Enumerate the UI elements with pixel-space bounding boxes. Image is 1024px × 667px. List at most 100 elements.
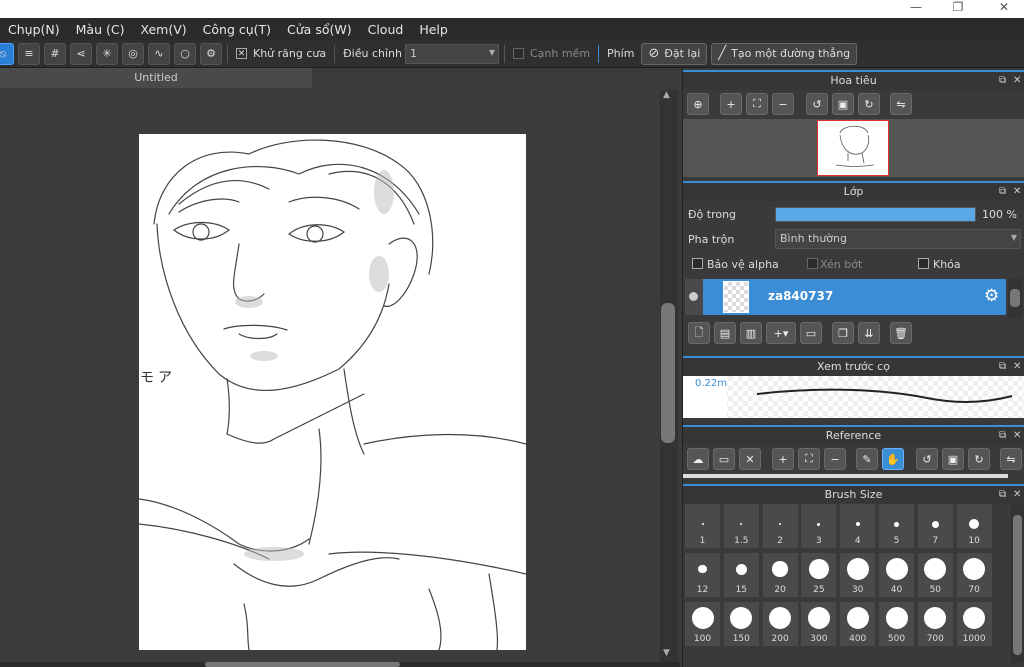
- brush-size-cell[interactable]: 400: [839, 601, 877, 647]
- brush-size-cell[interactable]: 12: [684, 552, 721, 598]
- brush-size-cell[interactable]: 3: [800, 503, 838, 549]
- brush-size-cell[interactable]: 500: [878, 601, 915, 647]
- rotate-right-icon[interactable]: ↻: [858, 93, 880, 115]
- blend-mode-select[interactable]: Bình thường ▼: [775, 229, 1021, 249]
- menu-capture[interactable]: Chụp(N): [0, 22, 68, 37]
- flip-horizontal-icon[interactable]: ⇋: [890, 93, 912, 115]
- opacity-slider[interactable]: [775, 207, 976, 222]
- curve-snap-icon[interactable]: ∿: [148, 42, 170, 65]
- snap-settings-gear-icon[interactable]: ⚙: [200, 42, 222, 65]
- canvas-vertical-scroll-thumb[interactable]: [661, 303, 675, 443]
- brush-size-cell[interactable]: 10: [955, 503, 993, 549]
- menu-help[interactable]: Help: [411, 22, 456, 37]
- brush-size-cell[interactable]: 20: [761, 552, 799, 598]
- close-icon[interactable]: ✕: [1013, 427, 1021, 444]
- open-folder-icon[interactable]: ▭: [713, 448, 735, 470]
- document-tab[interactable]: Untitled: [0, 68, 312, 88]
- grid-snap-icon[interactable]: #: [44, 42, 66, 65]
- brush-size-cell[interactable]: 300: [800, 601, 838, 647]
- reset-view-icon[interactable]: ▣: [942, 448, 964, 470]
- brush-size-cell[interactable]: 30: [839, 552, 877, 598]
- brush-size-cell[interactable]: 1.5: [722, 503, 760, 549]
- drawing-canvas[interactable]: [139, 134, 526, 650]
- brush-size-cell[interactable]: 5: [878, 503, 915, 549]
- hand-icon[interactable]: ✋: [882, 448, 904, 470]
- brush-size-cell[interactable]: 200: [761, 601, 799, 647]
- flip-horizontal-icon[interactable]: ⇋: [1000, 448, 1022, 470]
- detach-icon[interactable]: ⧉: [999, 183, 1006, 200]
- layer-scrollbar[interactable]: [1008, 279, 1022, 319]
- scroll-down-icon[interactable]: ▼: [663, 648, 670, 658]
- zoom-fit-icon[interactable]: ⊕: [687, 93, 709, 115]
- navigator-preview[interactable]: [683, 119, 1024, 177]
- reset-button[interactable]: ⊘ Đặt lại: [641, 42, 708, 65]
- close-icon[interactable]: ✕: [1013, 358, 1021, 375]
- zoom-out-icon[interactable]: −: [824, 448, 846, 470]
- menu-tools[interactable]: Công cụ(T): [195, 22, 279, 37]
- scroll-up-icon[interactable]: ▲: [663, 90, 670, 100]
- zoom-out-icon[interactable]: −: [772, 93, 794, 115]
- brush-size-scroll-thumb[interactable]: [1013, 515, 1022, 655]
- detach-icon[interactable]: ⧉: [999, 486, 1006, 503]
- close-icon[interactable]: ✕: [1013, 183, 1021, 200]
- detach-icon[interactable]: ⧉: [999, 427, 1006, 444]
- minimize-button[interactable]: —: [896, 0, 936, 18]
- layer-settings-gear-icon[interactable]: ⚙: [984, 286, 999, 306]
- detach-icon[interactable]: ⧉: [999, 358, 1006, 375]
- canvas-horizontal-scroll-thumb[interactable]: [205, 662, 400, 667]
- reset-view-icon[interactable]: ▣: [832, 93, 854, 115]
- concentric-snap-icon[interactable]: ◎: [122, 42, 144, 65]
- close-window-button[interactable]: ✕: [984, 0, 1024, 18]
- fit-window-icon[interactable]: ⛶: [798, 448, 820, 470]
- brush-size-cell[interactable]: 50: [916, 552, 954, 598]
- new-halftone-layer-icon[interactable]: ▥: [740, 322, 762, 344]
- menu-cloud[interactable]: Cloud: [360, 22, 412, 37]
- brush-size-cell[interactable]: 40: [878, 552, 915, 598]
- brush-size-cell[interactable]: 4: [839, 503, 877, 549]
- new-layer-icon[interactable]: 🗋: [688, 322, 710, 344]
- rotate-left-icon[interactable]: ↺: [916, 448, 938, 470]
- zoom-in-icon[interactable]: +: [720, 93, 742, 115]
- antialias-checkbox[interactable]: ✕: [236, 48, 247, 59]
- parallel-snap-icon[interactable]: ≡: [18, 42, 40, 65]
- lock-checkbox[interactable]: [918, 258, 929, 269]
- brush-size-cell[interactable]: 700: [916, 601, 954, 647]
- soft-edge-checkbox[interactable]: [512, 48, 524, 59]
- brush-size-cell[interactable]: 7: [916, 503, 954, 549]
- canvas-area[interactable]: モア: [0, 90, 660, 662]
- menu-window[interactable]: Cửa sổ(W): [279, 22, 360, 37]
- menu-color[interactable]: Màu (C): [68, 22, 133, 37]
- new-raster-layer-icon[interactable]: ▤: [714, 322, 736, 344]
- brush-size-cell[interactable]: 1: [684, 503, 721, 549]
- folder-icon[interactable]: ▭: [800, 322, 822, 344]
- add-layer-dropdown-icon[interactable]: +▾: [766, 322, 796, 344]
- merge-down-icon[interactable]: ⇊: [858, 322, 880, 344]
- radial-snap-icon[interactable]: ⋖: [70, 42, 92, 65]
- adjust-select[interactable]: 1 ▼: [404, 43, 499, 64]
- layer-visibility-toggle[interactable]: [685, 279, 703, 315]
- menu-view[interactable]: Xem(V): [132, 22, 194, 37]
- close-icon[interactable]: ✕: [1013, 72, 1021, 89]
- clipping-checkbox[interactable]: [807, 258, 818, 269]
- layer-scroll-thumb[interactable]: [1010, 289, 1020, 307]
- protect-alpha-checkbox[interactable]: [692, 258, 703, 269]
- fit-window-icon[interactable]: ⛶: [746, 93, 768, 115]
- eyedropper-icon[interactable]: ✎: [856, 448, 878, 470]
- zoom-in-icon[interactable]: +: [772, 448, 794, 470]
- brush-size-cell[interactable]: 25: [800, 552, 838, 598]
- radial-line-icon[interactable]: ✳: [96, 42, 118, 65]
- close-reference-icon[interactable]: ✕: [739, 448, 761, 470]
- navigator-thumbnail[interactable]: [817, 120, 889, 176]
- circle-snap-icon[interactable]: ○: [174, 42, 196, 65]
- brush-size-scrollbar[interactable]: [1011, 503, 1024, 663]
- layer-row[interactable]: za840737 ⚙: [703, 279, 1006, 315]
- brush-size-cell[interactable]: 1000: [955, 601, 993, 647]
- brush-size-cell[interactable]: 15: [722, 552, 760, 598]
- brush-size-cell[interactable]: 100: [684, 601, 721, 647]
- brush-size-cell[interactable]: 70: [955, 552, 993, 598]
- rotate-left-icon[interactable]: ↺: [806, 93, 828, 115]
- cloud-upload-icon[interactable]: ☁: [687, 448, 709, 470]
- brush-size-cell[interactable]: 2: [761, 503, 799, 549]
- straight-line-button[interactable]: ╱ Tạo một đường thẳng: [711, 42, 858, 65]
- brush-size-cell[interactable]: 150: [722, 601, 760, 647]
